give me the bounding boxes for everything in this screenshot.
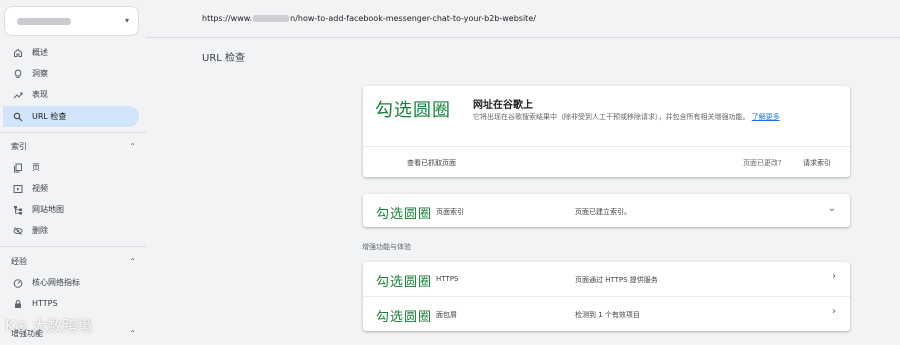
summary-card: 勾选圆圈 网址在谷歌上 它将出现在谷歌搜索结果中（除非受到人工干预或移除请求），… [363, 86, 850, 177]
chevron-up-icon: ⌃ [129, 328, 136, 338]
main-content: https://www. n/how-to-add-facebook-messe… [146, 0, 900, 345]
learn-more-link[interactable]: 了解更多 [752, 113, 780, 121]
sidebar-item-label: 核心网络指标 [32, 278, 80, 287]
enhancement-row-breadcrumbs[interactable]: 勾选圆圈 面包屑 检测到 1 个有效项目 › [363, 297, 850, 331]
sidebar-item-label: 概述 [32, 48, 48, 57]
property-selector[interactable]: ▾ [4, 6, 139, 36]
sidebar-item-label: 表现 [32, 90, 48, 99]
home-icon [12, 47, 23, 58]
page-indexing-row[interactable]: 勾选圆圈 页面索引 页面已建立索引。 ⌄ [363, 194, 850, 227]
row-label: 页面索引 [436, 208, 464, 216]
gauge-icon [12, 277, 23, 288]
video-icon [12, 183, 23, 194]
url-domain-redacted [253, 15, 290, 22]
chevron-up-icon: ⌃ [129, 256, 136, 266]
lock-icon [12, 298, 23, 309]
url-prefix: https://www. [202, 14, 253, 23]
check-circle-icon: 勾选圆圈 [376, 275, 433, 290]
sidebar-divider [0, 132, 146, 133]
enhancement-row-https[interactable]: 勾选圆圈 HTTPS 页面通过 HTTPS 提供服务 › [363, 262, 850, 296]
sidebar-item-overview[interactable]: 概述 [3, 42, 139, 63]
section-label: 索引 [11, 141, 27, 151]
caret-down-icon: ▾ [124, 16, 129, 25]
search-icon [12, 111, 23, 122]
lightbulb-icon [12, 68, 23, 79]
chevron-right-icon[interactable]: › [832, 306, 836, 317]
sidebar-item-https[interactable]: HTTPS [3, 293, 139, 314]
sidebar-item-removals[interactable]: 删除 [3, 220, 139, 241]
sidebar-item-insights[interactable]: 洞察 [3, 63, 139, 84]
section-header-indexing[interactable]: 索引 ⌃ [11, 139, 136, 153]
row-label: 面包屑 [436, 311, 457, 319]
sidebar-item-performance[interactable]: 表现 [3, 84, 139, 105]
enhancements-card: 勾选圆圈 HTTPS 页面通过 HTTPS 提供服务 › 勾选圆圈 面包屑 检测… [363, 262, 850, 331]
trending-up-icon [12, 89, 23, 100]
section-header-experience[interactable]: 经验 ⌃ [11, 254, 136, 268]
row-status: 页面已建立索引。 [575, 208, 631, 216]
section-label: 经验 [11, 256, 27, 266]
sidebar-item-label: 删除 [32, 226, 48, 235]
remove-icon [12, 225, 23, 236]
sidebar-item-pages[interactable]: 页 [3, 157, 139, 178]
inspected-url-bar[interactable]: https://www. n/how-to-add-facebook-messe… [146, 0, 900, 38]
card-divider [363, 146, 850, 147]
row-label: HTTPS [436, 275, 459, 283]
summary-title: 网址在谷歌上 [473, 100, 533, 111]
chevron-right-icon[interactable]: › [832, 271, 836, 282]
sidebar-item-url-inspection[interactable]: URL 检查 [3, 106, 139, 127]
chevron-down-icon[interactable]: ⌄ [828, 203, 836, 214]
sidebar-item-core-web-vitals[interactable]: 核心网络指标 [3, 272, 139, 293]
sidebar-item-videos[interactable]: 视频 [3, 178, 139, 199]
pages-icon [12, 162, 23, 173]
sidebar-item-label: 页 [32, 163, 40, 172]
check-circle-icon: 勾选圆圈 [376, 310, 433, 325]
chevron-up-icon: ⌃ [129, 141, 136, 151]
view-crawled-page-button[interactable]: 查看已抓取页面 [407, 158, 456, 168]
sidebar-item-label: 网站地图 [32, 205, 64, 214]
property-name-redacted [17, 18, 71, 25]
sitemap-icon [12, 204, 23, 215]
sidebar-item-label: URL 检查 [32, 112, 67, 121]
sidebar-item-label: HTTPS [32, 299, 58, 308]
inspected-url: https://www. n/how-to-add-facebook-messe… [202, 14, 536, 23]
enhancements-heading: 增强功能与体验 [362, 243, 411, 251]
sidebar-divider [0, 246, 146, 247]
url-suffix: n/how-to-add-facebook-messenger-chat-to-… [290, 14, 536, 23]
check-circle-icon: 勾选圆圈 [376, 207, 433, 222]
sidebar: ▾ 概述 洞察 表现 URL 检查 索引 ⌃ 页 视频 网站地图 删除 经验 ⌃… [0, 0, 146, 345]
request-indexing-button[interactable]: 请求索引 [803, 158, 831, 168]
check-circle-icon: 勾选圆圈 [375, 100, 451, 121]
summary-description: 它将出现在谷歌搜索结果中（除非受到人工干预或移除请求），并包含所有相关增强功能。… [473, 112, 803, 123]
sidebar-item-label: 洞察 [32, 69, 48, 78]
row-status: 页面通过 HTTPS 提供服务 [575, 276, 658, 284]
page-title: URL 检查 [202, 53, 246, 64]
summary-description-text: 它将出现在谷歌搜索结果中（除非受到人工干预或移除请求），并包含所有相关增强功能。 [473, 113, 750, 121]
page-changed-label: 页面已更改? [743, 159, 782, 167]
sidebar-item-sitemaps[interactable]: 网站地图 [3, 199, 139, 220]
sidebar-item-label: 视频 [32, 184, 48, 193]
row-status: 检测到 1 个有效项目 [575, 311, 640, 319]
watermark-logo: K⊙ 大数跨境 [5, 317, 93, 335]
